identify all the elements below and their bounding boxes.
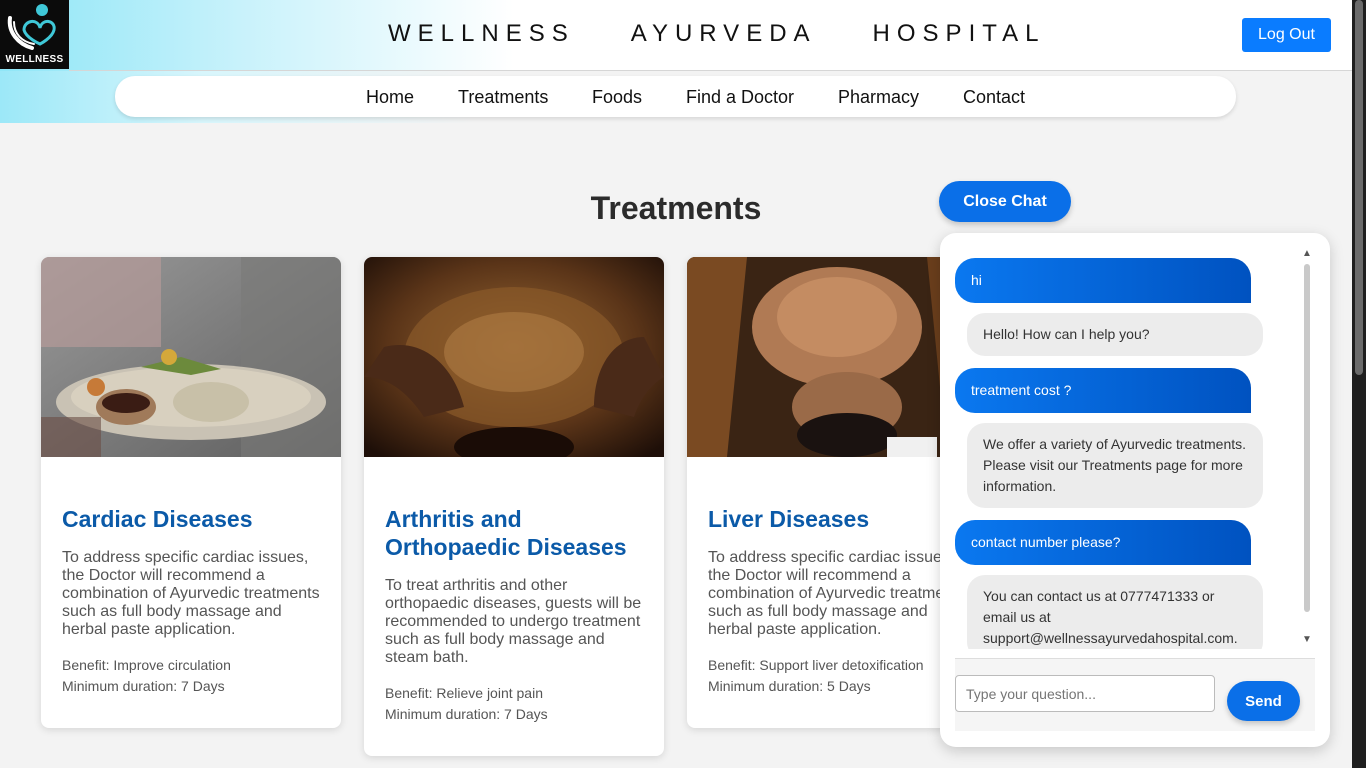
card-title[interactable]: Cardiac Diseases: [62, 505, 320, 533]
card-description: To address specific cardiac issues, the …: [708, 549, 966, 638]
treatment-image-herbal-tray: [41, 257, 341, 457]
card-title[interactable]: Arthritis and Orthopaedic Diseases: [385, 505, 643, 561]
nav-item-pharmacy[interactable]: Pharmacy: [838, 87, 919, 108]
chat-scrollbar[interactable]: [1304, 264, 1310, 612]
site-title: WELLNESS AYURVEDA HOSPITAL: [388, 20, 1045, 48]
close-chat-button[interactable]: Close Chat: [939, 181, 1071, 222]
card-meta: Benefit: Improve circulation Minimum dur…: [62, 655, 320, 697]
chat-message-user: hi: [955, 258, 1251, 303]
treatment-image-oil-massage: [364, 257, 664, 457]
card-body: Cardiac Diseases To address specific car…: [41, 457, 341, 717]
logo[interactable]: WELLNESS: [0, 0, 69, 69]
nav-item-home[interactable]: Home: [366, 87, 414, 108]
chat-scroll-up-icon[interactable]: ▲: [1302, 248, 1312, 259]
logo-text: WELLNESS: [5, 54, 64, 65]
chat-scroll-down-icon[interactable]: ▼: [1302, 634, 1312, 645]
card-benefit: Benefit: Improve circulation: [62, 657, 231, 673]
chat-message-user: contact number please?: [955, 520, 1251, 565]
nav-item-foods[interactable]: Foods: [592, 87, 642, 108]
nav-item-find-a-doctor[interactable]: Find a Doctor: [686, 87, 794, 108]
card-benefit: Benefit: Relieve joint pain: [385, 685, 543, 701]
card-description: To address specific cardiac issues, the …: [62, 549, 320, 638]
nav-item-treatments[interactable]: Treatments: [458, 87, 548, 108]
logout-button[interactable]: Log Out: [1242, 18, 1331, 52]
treatment-card[interactable]: Arthritis and Orthopaedic Diseases To tr…: [364, 257, 664, 756]
treatment-card[interactable]: Cardiac Diseases To address specific car…: [41, 257, 341, 728]
send-button[interactable]: Send: [1227, 681, 1300, 721]
hands-heart-icon: [7, 4, 56, 50]
site-title-word: WELLNESS: [388, 20, 575, 47]
card-title[interactable]: Liver Diseases: [708, 505, 966, 533]
chat-message-bot: Hello! How can I help you?: [967, 313, 1263, 356]
nav-item-contact[interactable]: Contact: [963, 87, 1025, 108]
site-title-word: HOSPITAL: [872, 20, 1046, 47]
card-duration: Minimum duration: 7 Days: [62, 678, 225, 694]
chat-message-bot: We offer a variety of Ayurvedic treatmen…: [967, 423, 1263, 508]
card-duration: Minimum duration: 7 Days: [385, 706, 548, 722]
chat-messages[interactable]: hi Hello! How can I help you? treatment …: [940, 233, 1315, 649]
page-scrollbar-thumb[interactable]: [1355, 0, 1363, 375]
card-duration: Minimum duration: 5 Days: [708, 678, 871, 694]
card-benefit: Benefit: Support liver detoxification: [708, 657, 924, 673]
header-divider: [69, 70, 1352, 71]
chat-message-user: treatment cost ?: [955, 368, 1251, 413]
site-title-word: AYURVEDA: [630, 20, 817, 47]
card-meta: Benefit: Support liver detoxification Mi…: [708, 655, 966, 697]
card-meta: Benefit: Relieve joint pain Minimum dura…: [385, 683, 643, 725]
main-nav: Home Treatments Foods Find a Doctor Phar…: [115, 76, 1236, 117]
card-description: To treat arthritis and other orthopaedic…: [385, 577, 642, 666]
page-title: Treatments: [590, 190, 762, 226]
chat-question-input[interactable]: [955, 675, 1215, 712]
chat-message-bot: You can contact us at 0777471333 or emai…: [967, 575, 1263, 649]
card-body: Arthritis and Orthopaedic Diseases To tr…: [364, 457, 664, 745]
